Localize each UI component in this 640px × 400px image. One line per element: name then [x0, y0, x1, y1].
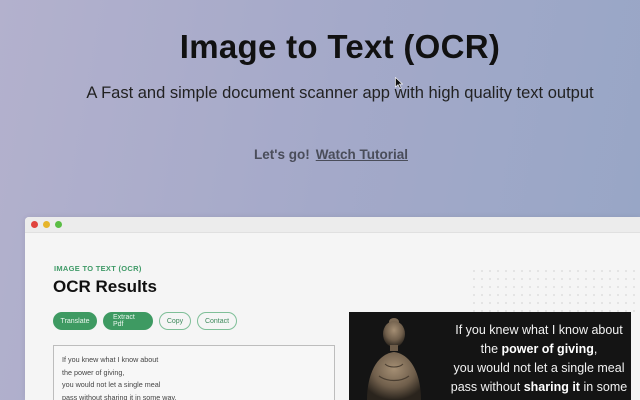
mouse-cursor-icon [395, 77, 403, 89]
contact-button[interactable]: Contact [197, 312, 237, 330]
ocr-text-line: If you knew what I know about [62, 355, 159, 364]
ocr-text-line: the power of giving, [62, 367, 125, 377]
app-eyebrow: IMAGE TO TEXT (OCR) [54, 264, 142, 273]
app-window: IMAGE TO TEXT (OCR) OCR Results Translat… [25, 217, 640, 400]
preview-quote: If you knew what I know about the power … [441, 321, 631, 400]
quote-line: the power of giving, [480, 342, 598, 356]
cta-lead-text: Let's go! [254, 147, 310, 162]
hero-subtitle: A Fast and simple document scanner app w… [86, 84, 594, 102]
copy-button[interactable]: Copy [159, 312, 191, 330]
window-close-icon[interactable] [31, 221, 38, 228]
hero-title: Image to Text (OCR) [179, 28, 501, 65]
action-buttons: Translate Extract Pdf Copy Contact [53, 312, 237, 330]
dot-grid-decoration [470, 267, 640, 313]
window-titlebar [25, 217, 640, 233]
app-title: OCR Results [53, 277, 157, 296]
ocr-text-line: you would not let a single meal [62, 380, 161, 389]
buddha-statue-image [367, 318, 421, 400]
window-maximize-icon[interactable] [55, 221, 62, 228]
quote-line: you would not let a single meal [453, 361, 625, 375]
extract-pdf-button[interactable]: Extract Pdf [103, 312, 153, 330]
quote-line: If you knew what I know about [455, 323, 623, 337]
window-minimize-icon[interactable] [43, 221, 50, 228]
cta-row: Let's go! Watch Tutorial [254, 147, 408, 162]
translate-button[interactable]: Translate [53, 312, 97, 330]
watch-tutorial-link[interactable]: Watch Tutorial [316, 147, 408, 162]
ocr-result-textarea[interactable]: If you knew what I know about the power … [53, 345, 335, 400]
source-image-preview: If you knew what I know about the power … [349, 312, 631, 400]
ocr-text-line: pass without sharing it in some way. [62, 392, 177, 400]
quote-line: pass without sharing it in some way. [450, 380, 628, 400]
